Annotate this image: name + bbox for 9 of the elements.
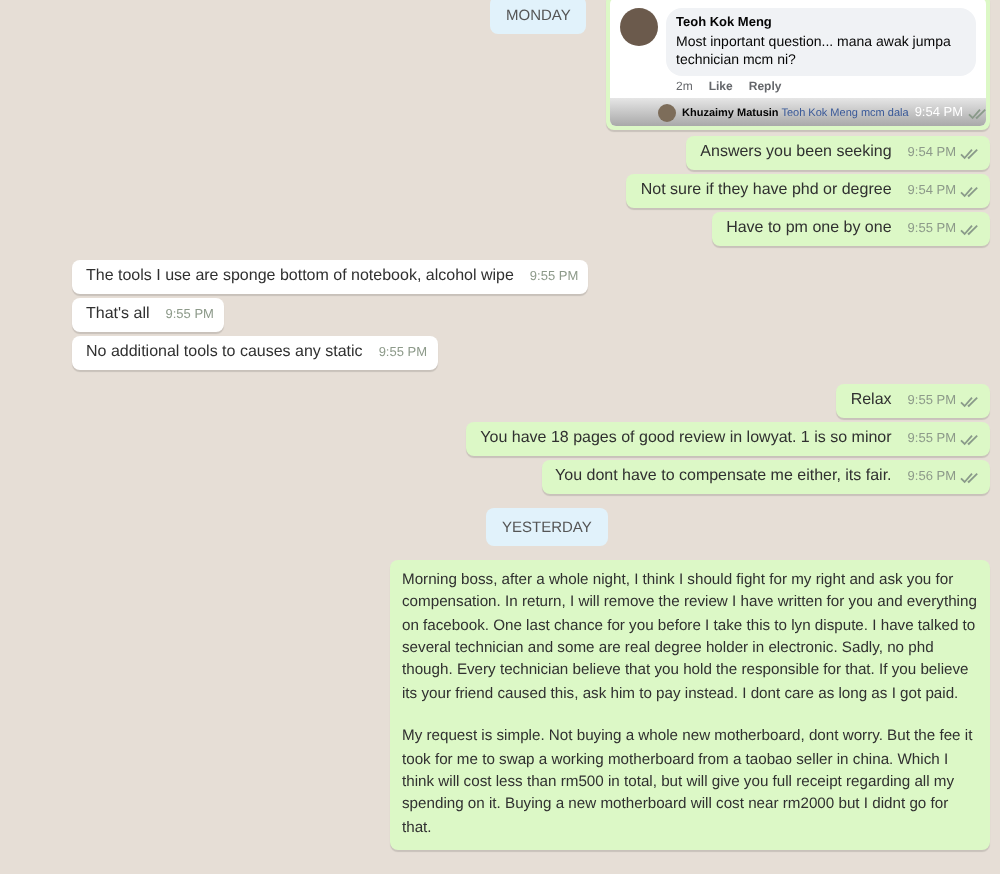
message-text: You dont have to compensate me either, its fair. [555,466,892,486]
message-text: No additional tools to causes any static [86,342,363,362]
message-text: Not sure if they have phd or degree [640,180,892,200]
message-text: Answers you been seeking [700,142,892,162]
message-text: Have to pm one by one [726,218,892,238]
message-text: That's all [86,304,150,324]
message-text: You have 18 pages of good review in lowyat. 1 is so minor [480,428,892,448]
message-text: The tools I use are sponge bottom of notebook, alcohol wipe [86,266,514,286]
message-text: Relax [850,390,892,410]
